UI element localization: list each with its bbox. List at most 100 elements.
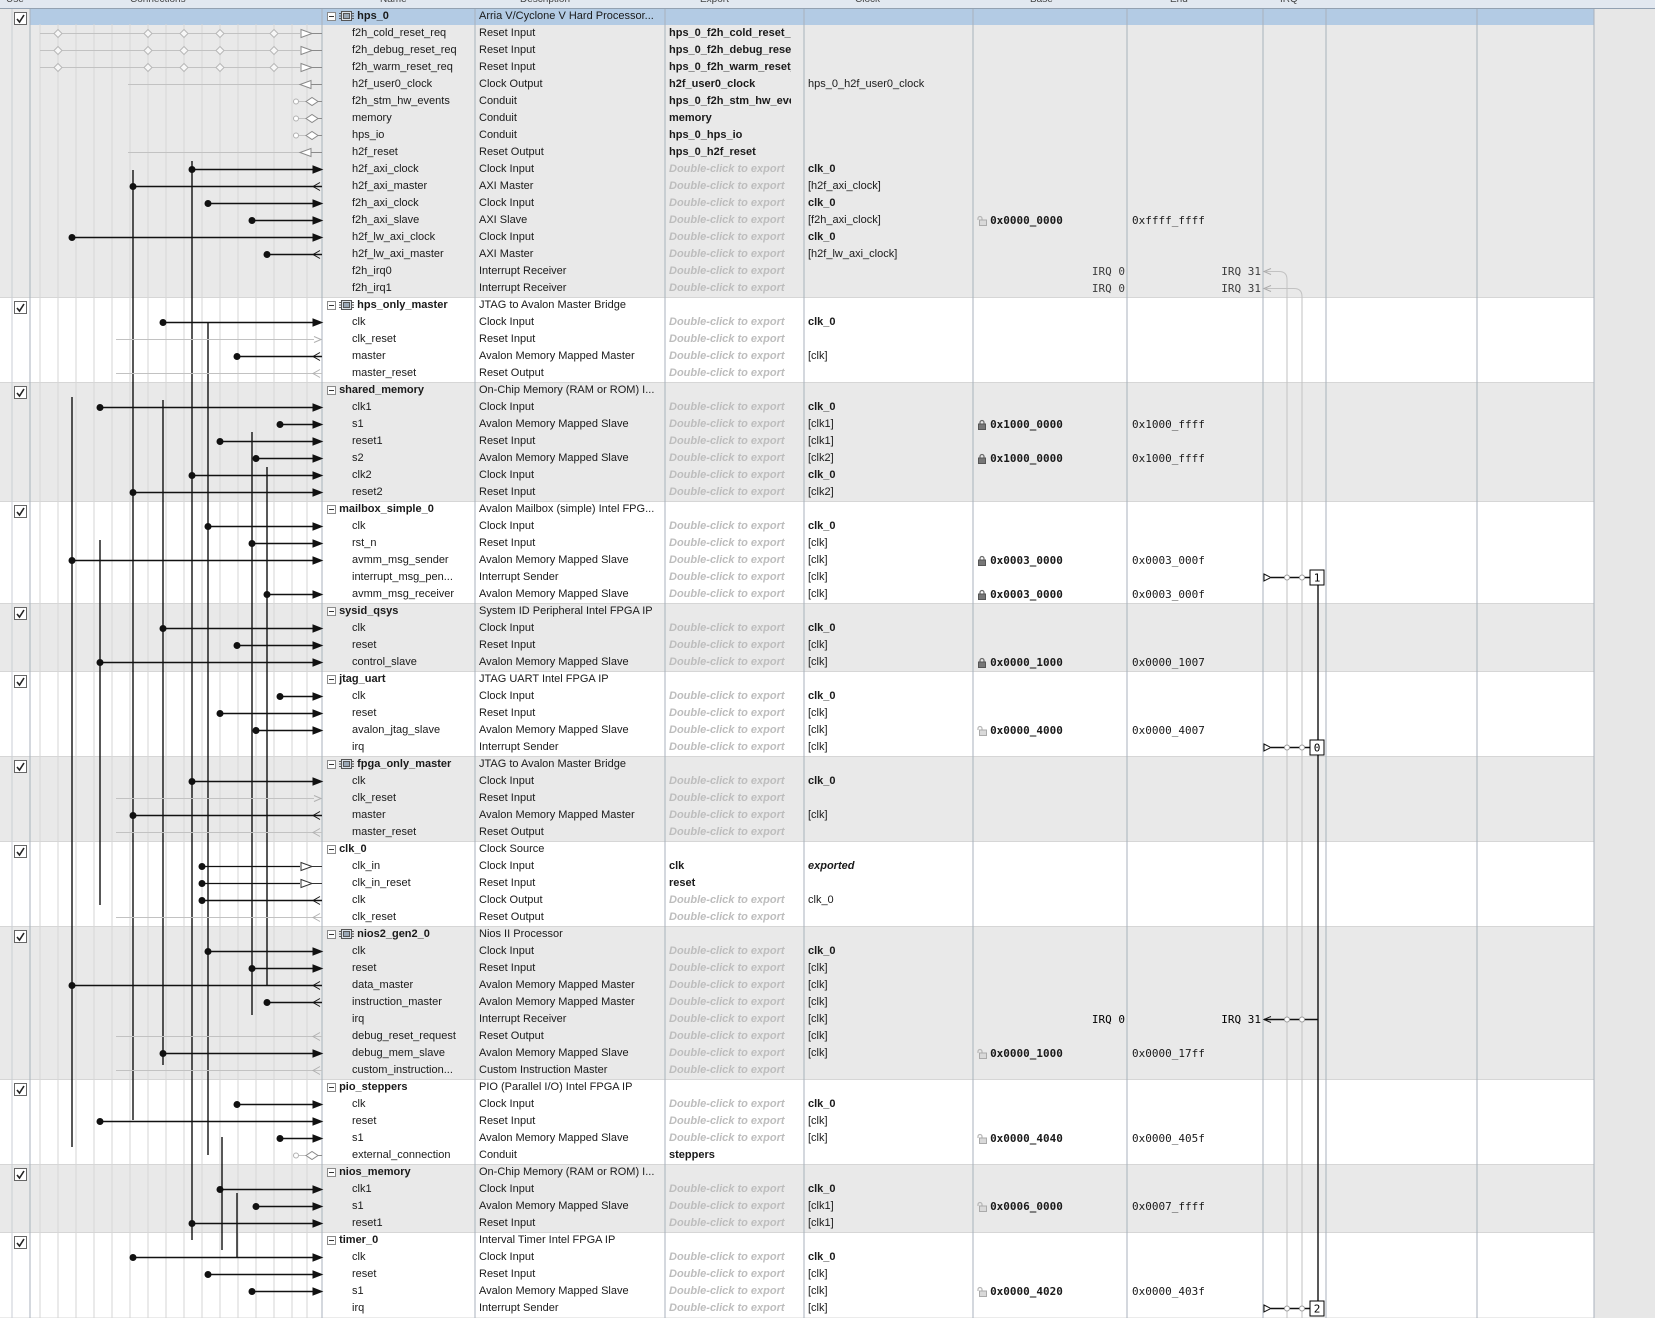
collapse-button[interactable] — [327, 1166, 336, 1178]
collapse-button[interactable] — [327, 1234, 336, 1246]
collapse-button[interactable] — [327, 843, 336, 855]
export-hint[interactable]: Double-click to export — [669, 1045, 791, 1062]
base-address[interactable]: 0x0000_4000 — [977, 722, 1123, 739]
export-hint[interactable]: Double-click to export — [669, 1011, 791, 1028]
export-name[interactable]: hps_0_f2h_stm_hw_eve... — [669, 93, 791, 110]
export-name[interactable]: memory — [669, 110, 791, 127]
export-hint[interactable]: Double-click to export — [669, 943, 791, 960]
export-hint[interactable]: Double-click to export — [669, 892, 791, 909]
base-address[interactable]: 0x0000_0000 — [977, 212, 1123, 229]
name-cell[interactable]: nios_memory — [327, 1164, 467, 1181]
export-hint[interactable]: Double-click to export — [669, 1028, 791, 1045]
export-hint[interactable]: Double-click to export — [669, 994, 791, 1011]
export-name[interactable]: hps_0_f2h_cold_reset_r... — [669, 25, 791, 42]
export-hint[interactable]: Double-click to export — [669, 722, 791, 739]
name-cell[interactable]: hps_0 — [327, 8, 467, 25]
base-address[interactable]: 0x0000_1000 — [977, 654, 1123, 671]
export-hint[interactable]: Double-click to export — [669, 824, 791, 841]
collapse-button[interactable] — [327, 503, 336, 515]
collapse-button[interactable] — [327, 1081, 336, 1093]
column-header-label[interactable]: Clock — [855, 0, 880, 5]
name-cell[interactable]: sysid_qsys — [327, 603, 467, 620]
base-address[interactable]: 0x0000_4040 — [977, 1130, 1123, 1147]
export-hint[interactable]: Double-click to export — [669, 1113, 791, 1130]
collapse-button[interactable] — [327, 605, 336, 617]
export-name[interactable]: steppers — [669, 1147, 791, 1164]
base-address[interactable]: 0x1000_0000 — [977, 450, 1123, 467]
export-hint[interactable]: Double-click to export — [669, 212, 791, 229]
export-hint[interactable]: Double-click to export — [669, 484, 791, 501]
name-cell[interactable]: timer_0 — [327, 1232, 467, 1249]
column-header-label[interactable]: Name — [380, 0, 407, 5]
export-hint[interactable]: Double-click to export — [669, 977, 791, 994]
export-hint[interactable]: Double-click to export — [669, 518, 791, 535]
export-hint[interactable]: Double-click to export — [669, 416, 791, 433]
export-name[interactable]: reset — [669, 875, 791, 892]
export-hint[interactable]: Double-click to export — [669, 569, 791, 586]
export-hint[interactable]: Double-click to export — [669, 399, 791, 416]
export-hint[interactable]: Double-click to export — [669, 535, 791, 552]
export-hint[interactable]: Double-click to export — [669, 739, 791, 756]
base-address[interactable]: 0x0000_1000 — [977, 1045, 1123, 1062]
export-hint[interactable]: Double-click to export — [669, 586, 791, 603]
export-hint[interactable]: Double-click to export — [669, 178, 791, 195]
export-name[interactable]: hps_0_hps_io — [669, 127, 791, 144]
column-header-label[interactable]: Use — [6, 0, 24, 5]
export-hint[interactable]: Double-click to export — [669, 280, 791, 297]
export-hint[interactable]: Double-click to export — [669, 960, 791, 977]
export-name[interactable]: hps_0_h2f_reset — [669, 144, 791, 161]
export-hint[interactable]: Double-click to export — [669, 807, 791, 824]
export-hint[interactable]: Double-click to export — [669, 365, 791, 382]
column-header-label[interactable]: Description — [520, 0, 570, 5]
collapse-button[interactable] — [327, 299, 336, 311]
name-cell[interactable]: fpga_only_master — [327, 756, 467, 773]
column-header-label[interactable]: Connections — [130, 0, 186, 5]
export-name[interactable]: h2f_user0_clock — [669, 76, 791, 93]
name-cell[interactable]: pio_steppers — [327, 1079, 467, 1096]
export-hint[interactable]: Double-click to export — [669, 195, 791, 212]
export-hint[interactable]: Double-click to export — [669, 1062, 791, 1079]
export-hint[interactable]: Double-click to export — [669, 263, 791, 280]
export-hint[interactable]: Double-click to export — [669, 161, 791, 178]
export-hint[interactable]: Double-click to export — [669, 1266, 791, 1283]
collapse-button[interactable] — [327, 384, 336, 396]
export-hint[interactable]: Double-click to export — [669, 229, 791, 246]
base-address[interactable]: 0x0003_0000 — [977, 586, 1123, 603]
export-hint[interactable]: Double-click to export — [669, 314, 791, 331]
export-hint[interactable]: Double-click to export — [669, 331, 791, 348]
collapse-button[interactable] — [327, 673, 336, 685]
collapse-button[interactable] — [327, 10, 336, 22]
collapse-button[interactable] — [327, 758, 336, 770]
export-hint[interactable]: Double-click to export — [669, 688, 791, 705]
export-hint[interactable]: Double-click to export — [669, 467, 791, 484]
base-address[interactable]: 0x1000_0000 — [977, 416, 1123, 433]
export-name[interactable]: hps_0_f2h_warm_reset_... — [669, 59, 791, 76]
export-hint[interactable]: Double-click to export — [669, 1198, 791, 1215]
name-cell[interactable]: nios2_gen2_0 — [327, 926, 467, 943]
export-hint[interactable]: Double-click to export — [669, 637, 791, 654]
base-address[interactable]: 0x0003_0000 — [977, 552, 1123, 569]
export-hint[interactable]: Double-click to export — [669, 552, 791, 569]
export-hint[interactable]: Double-click to export — [669, 620, 791, 637]
export-hint[interactable]: Double-click to export — [669, 705, 791, 722]
export-hint[interactable]: Double-click to export — [669, 654, 791, 671]
name-cell[interactable]: clk_0 — [327, 841, 467, 858]
name-cell[interactable]: jtag_uart — [327, 671, 467, 688]
export-hint[interactable]: Double-click to export — [669, 909, 791, 926]
export-hint[interactable]: Double-click to export — [669, 773, 791, 790]
export-hint[interactable]: Double-click to export — [669, 1181, 791, 1198]
export-hint[interactable]: Double-click to export — [669, 1249, 791, 1266]
collapse-button[interactable] — [327, 928, 336, 940]
column-header-label[interactable]: Base — [1030, 0, 1053, 5]
export-name[interactable]: hps_0_f2h_debug_reset... — [669, 42, 791, 59]
base-address[interactable]: 0x0006_0000 — [977, 1198, 1123, 1215]
export-hint[interactable]: Double-click to export — [669, 1283, 791, 1300]
export-hint[interactable]: Double-click to export — [669, 433, 791, 450]
base-address[interactable]: 0x0000_4020 — [977, 1283, 1123, 1300]
column-header-label[interactable]: Export — [700, 0, 729, 5]
export-hint[interactable]: Double-click to export — [669, 1130, 791, 1147]
column-header-label[interactable]: IRQ — [1280, 0, 1298, 5]
name-cell[interactable]: mailbox_simple_0 — [327, 501, 467, 518]
export-hint[interactable]: Double-click to export — [669, 246, 791, 263]
name-cell[interactable]: shared_memory — [327, 382, 467, 399]
